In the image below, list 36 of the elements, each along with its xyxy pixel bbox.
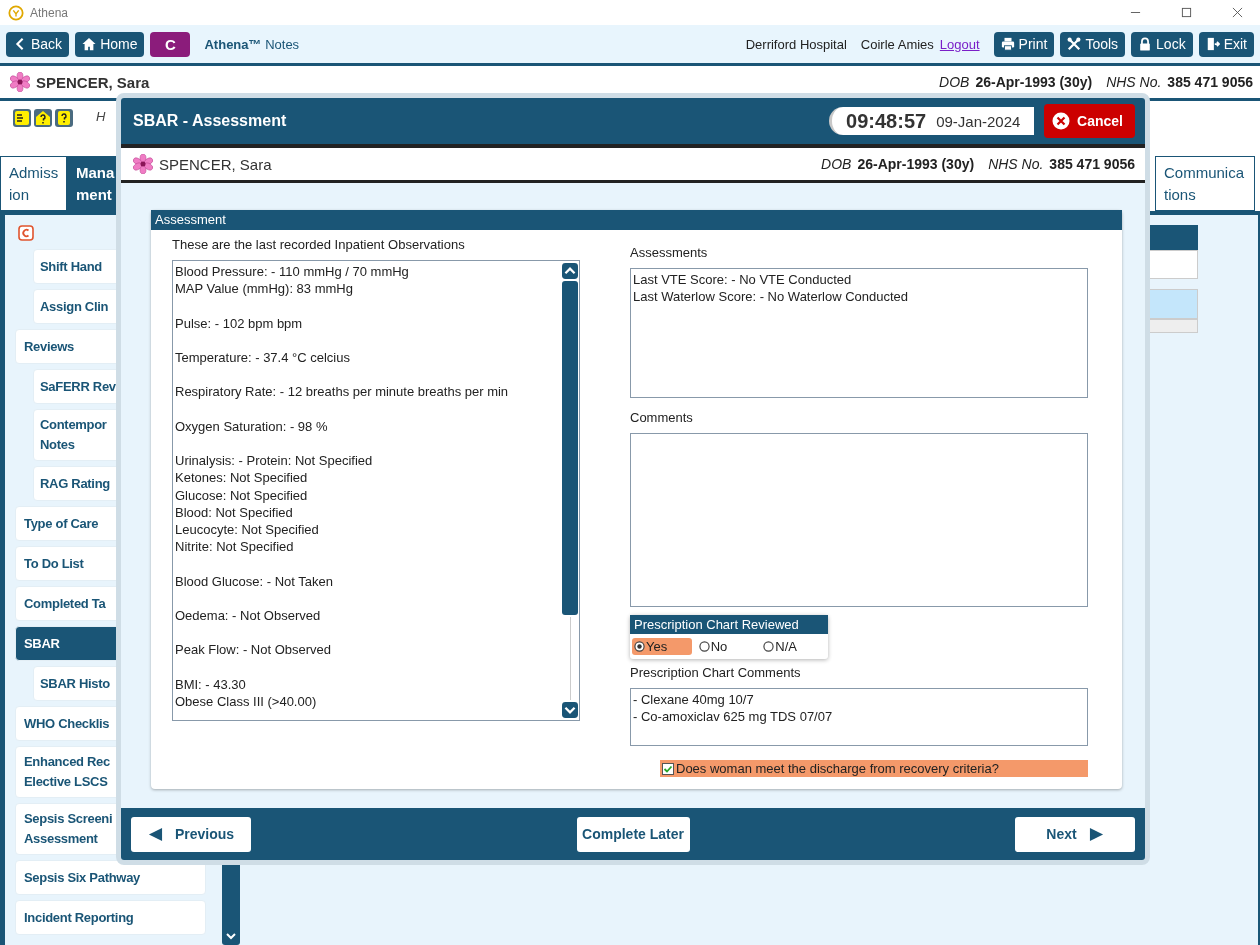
comment-text: - Co-amoxiclav 625 mg TDS 07/07 [633,708,834,725]
nhs-label: NHS No. [1106,74,1162,90]
comment-text: - Clexane 40mg 10/7 [633,691,755,708]
patient-name: SPENCER, Sara [36,73,150,91]
observation-text: Glucose: Not Specified [175,486,309,504]
dob-label: DOB [939,74,970,90]
observation-text: Blood Pressure: - 110 mmHg / 70 mmHg [175,263,410,281]
observation-text: Oxygen Saturation: - 98 % [175,417,329,435]
dob-label: DOB [821,156,852,172]
info-text: H [96,109,106,124]
field-label: Comments [630,410,694,425]
field-label: These are the last recorded Inpatient Observations [172,237,466,252]
dob-value: 26-Apr-1993 (30y) [975,74,1093,90]
observation-text: MAP Value (mmHg): 83 mmHg [175,280,354,298]
group-title: Prescription Chart Reviewed [630,615,828,634]
app-name: Athena™ Notes [204,36,300,52]
assessment-text: Last Waterlow Score: - No Waterlow Conducted [633,288,910,305]
nhs-label: NHS No. [988,156,1044,172]
timestamp-field: 09:48:57 09-Jan-2024 [829,107,1035,135]
window-title: Athena [30,5,69,20]
dialog-title: SBAR - Assessment [133,112,287,130]
user-name: Coirle Amies [860,36,934,52]
hospital-name: Derriford Hospital [745,36,847,52]
nhs-value: 385 471 9056 [1049,156,1135,172]
observation-text: BMI: - 43.30 [175,675,247,693]
assessment-text: Last VTE Score: - No VTE Conducted [633,271,853,288]
observation-text: Respiratory Rate: - 12 breaths per minute breaths per min [175,383,510,401]
field-label: Assessments [630,245,709,260]
observation-text: Pulse: - 102 bpm bpm [175,314,304,332]
observation-text: Ketones: Not Specified [175,469,309,487]
dob-value: 26-Apr-1993 (30y) [857,156,975,172]
field-label: Prescription Chart Comments [630,665,802,680]
nhs-value: 385 471 9056 [1167,74,1253,90]
patient-name: SPENCER, Sara [159,155,272,173]
section-header: Assessment [151,210,1122,230]
observation-text: Urinalysis: - Protein: Not Specified [175,452,374,470]
